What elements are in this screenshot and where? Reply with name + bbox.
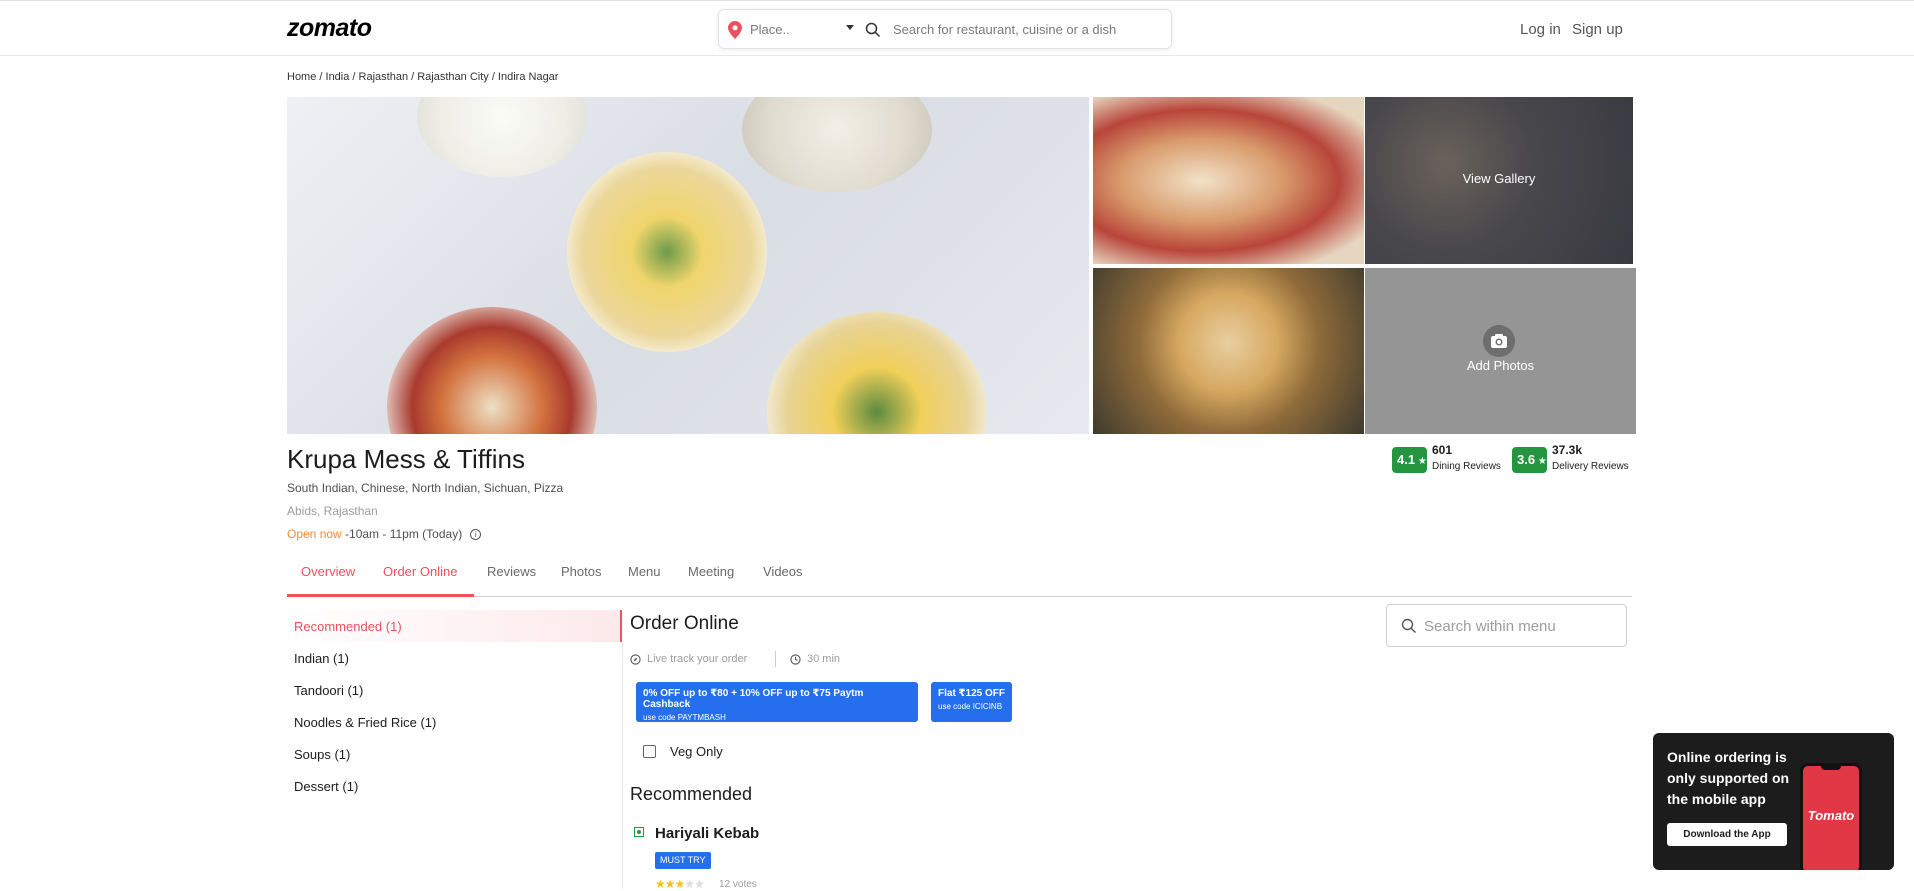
hero-photo[interactable] xyxy=(287,97,1089,434)
dish-name[interactable]: Hariyali Kebab xyxy=(655,825,759,842)
tab-videos[interactable]: Videos xyxy=(763,564,803,579)
download-app-button[interactable]: Download the App xyxy=(1667,823,1787,846)
cuisine-list[interactable]: South Indian, Chinese, North Indian, Sic… xyxy=(287,481,563,495)
dining-review-count: 601 xyxy=(1432,443,1453,457)
live-track-info: Live track your order xyxy=(630,653,747,665)
category-item[interactable]: Dessert (1) xyxy=(294,779,358,794)
top-header: zomato Place.. Search for restaurant, cu… xyxy=(0,0,1914,56)
view-gallery-label: View Gallery xyxy=(1462,171,1536,186)
camera-icon xyxy=(1483,325,1515,357)
dish-votes: 12 votes xyxy=(719,879,757,890)
clock-icon xyxy=(790,653,801,665)
dining-review-label: Dining Reviews xyxy=(1432,461,1501,472)
order-online-heading: Order Online xyxy=(630,613,739,634)
promo-text: Online ordering is only supported on the… xyxy=(1667,749,1790,807)
delivery-rating-value: 3.6 xyxy=(1517,452,1536,467)
info-icon[interactable]: i xyxy=(470,529,482,541)
live-track-text: Live track your order xyxy=(647,653,748,665)
offer-code: use code PAYTMBASH xyxy=(643,713,726,722)
menu-search-placeholder: Search within menu xyxy=(1424,618,1556,635)
dining-rating-badge: 4.1 ★ xyxy=(1392,447,1427,473)
section-tabs: Overview Order Online Reviews Photos Men… xyxy=(287,552,1632,597)
tab-order-online[interactable]: Order Online xyxy=(383,564,457,579)
delivery-review-label: Delivery Reviews xyxy=(1552,461,1629,472)
gallery-photo-1[interactable] xyxy=(1093,97,1364,264)
open-status: Open now xyxy=(287,527,342,541)
category-item[interactable]: Tandoori (1) xyxy=(294,683,363,698)
signup-link[interactable]: Sign up xyxy=(1572,21,1623,38)
restaurant-name: Krupa Mess & Tiffins xyxy=(287,444,525,474)
star-icon: ★ xyxy=(1535,456,1547,467)
restaurant-location: Abids, Rajasthan xyxy=(287,504,378,518)
phone-app-logo: Tomato xyxy=(1807,808,1855,823)
must-try-badge: MUST TRY xyxy=(655,852,711,869)
veg-only-label[interactable]: Veg Only xyxy=(670,744,723,759)
add-photos-tile[interactable]: Add Photos xyxy=(1365,268,1636,434)
tab-photos[interactable]: Photos xyxy=(561,564,601,579)
delivery-review-count: 37.3k xyxy=(1552,443,1583,457)
hours-text: -10am - 11pm (Today) xyxy=(341,527,463,541)
location-pin-icon xyxy=(728,21,742,39)
category-item[interactable]: Noodles & Fried Rice (1) xyxy=(294,715,436,730)
menu-search-input[interactable]: Search within menu xyxy=(1386,604,1627,647)
dining-rating-value: 4.1 xyxy=(1397,452,1416,467)
view-gallery-tile[interactable]: View Gallery xyxy=(1365,97,1633,264)
search-bar: Place.. Search for restaurant, cuisine o… xyxy=(718,9,1172,49)
place-input[interactable]: Place.. xyxy=(750,22,790,37)
veg-only-checkbox[interactable] xyxy=(643,745,656,758)
tab-reviews[interactable]: Reviews xyxy=(487,564,536,579)
divider xyxy=(622,642,623,889)
zomato-logo[interactable]: zomato xyxy=(287,14,372,43)
search-icon xyxy=(865,22,881,38)
login-link[interactable]: Log in xyxy=(1520,21,1561,38)
compass-icon xyxy=(630,653,641,665)
offer-title: 0% OFF up to ₹80 + 10% OFF up to ₹75 Pay… xyxy=(643,688,864,710)
category-item[interactable]: Recommended (1) xyxy=(294,619,402,634)
delivery-time: 30 min xyxy=(790,653,840,665)
active-tab-indicator xyxy=(287,594,474,597)
chevron-down-icon[interactable] xyxy=(846,25,854,30)
recommended-heading: Recommended xyxy=(630,784,753,804)
offer-title: Flat ₹125 OFF xyxy=(938,688,1005,699)
tab-meeting[interactable]: Meeting xyxy=(688,564,734,579)
opening-hours: Open now -10am - 11pm (Today) i xyxy=(287,527,482,541)
search-input[interactable]: Search for restaurant, cuisine or a dish xyxy=(893,22,1116,37)
app-download-promo: Online ordering is only supported on the… xyxy=(1653,733,1894,870)
veg-indicator-icon xyxy=(634,827,644,837)
phone-image: Tomato xyxy=(1800,763,1862,870)
breadcrumb[interactable]: Home / India / Rajasthan / Rajasthan Cit… xyxy=(287,71,558,83)
offer-card[interactable]: Flat ₹125 OFF use code ICICINB xyxy=(931,682,1012,722)
add-photos-label: Add Photos xyxy=(1466,358,1535,373)
search-icon xyxy=(1401,618,1416,633)
category-item[interactable]: Indian (1) xyxy=(294,651,349,666)
offer-code: use code ICICINB xyxy=(938,702,1003,711)
offer-card[interactable]: 0% OFF up to ₹80 + 10% OFF up to ₹75 Pay… xyxy=(636,682,918,722)
star-icon: ★ xyxy=(1415,456,1427,467)
gallery-photo-2[interactable] xyxy=(1093,268,1364,434)
delivery-rating-badge: 3.6 ★ xyxy=(1512,447,1547,473)
tab-overview[interactable]: Overview xyxy=(301,564,355,579)
divider xyxy=(775,651,776,667)
tab-menu[interactable]: Menu xyxy=(628,564,661,579)
delivery-time-text: 30 min xyxy=(807,653,841,665)
category-item[interactable]: Soups (1) xyxy=(294,747,350,762)
